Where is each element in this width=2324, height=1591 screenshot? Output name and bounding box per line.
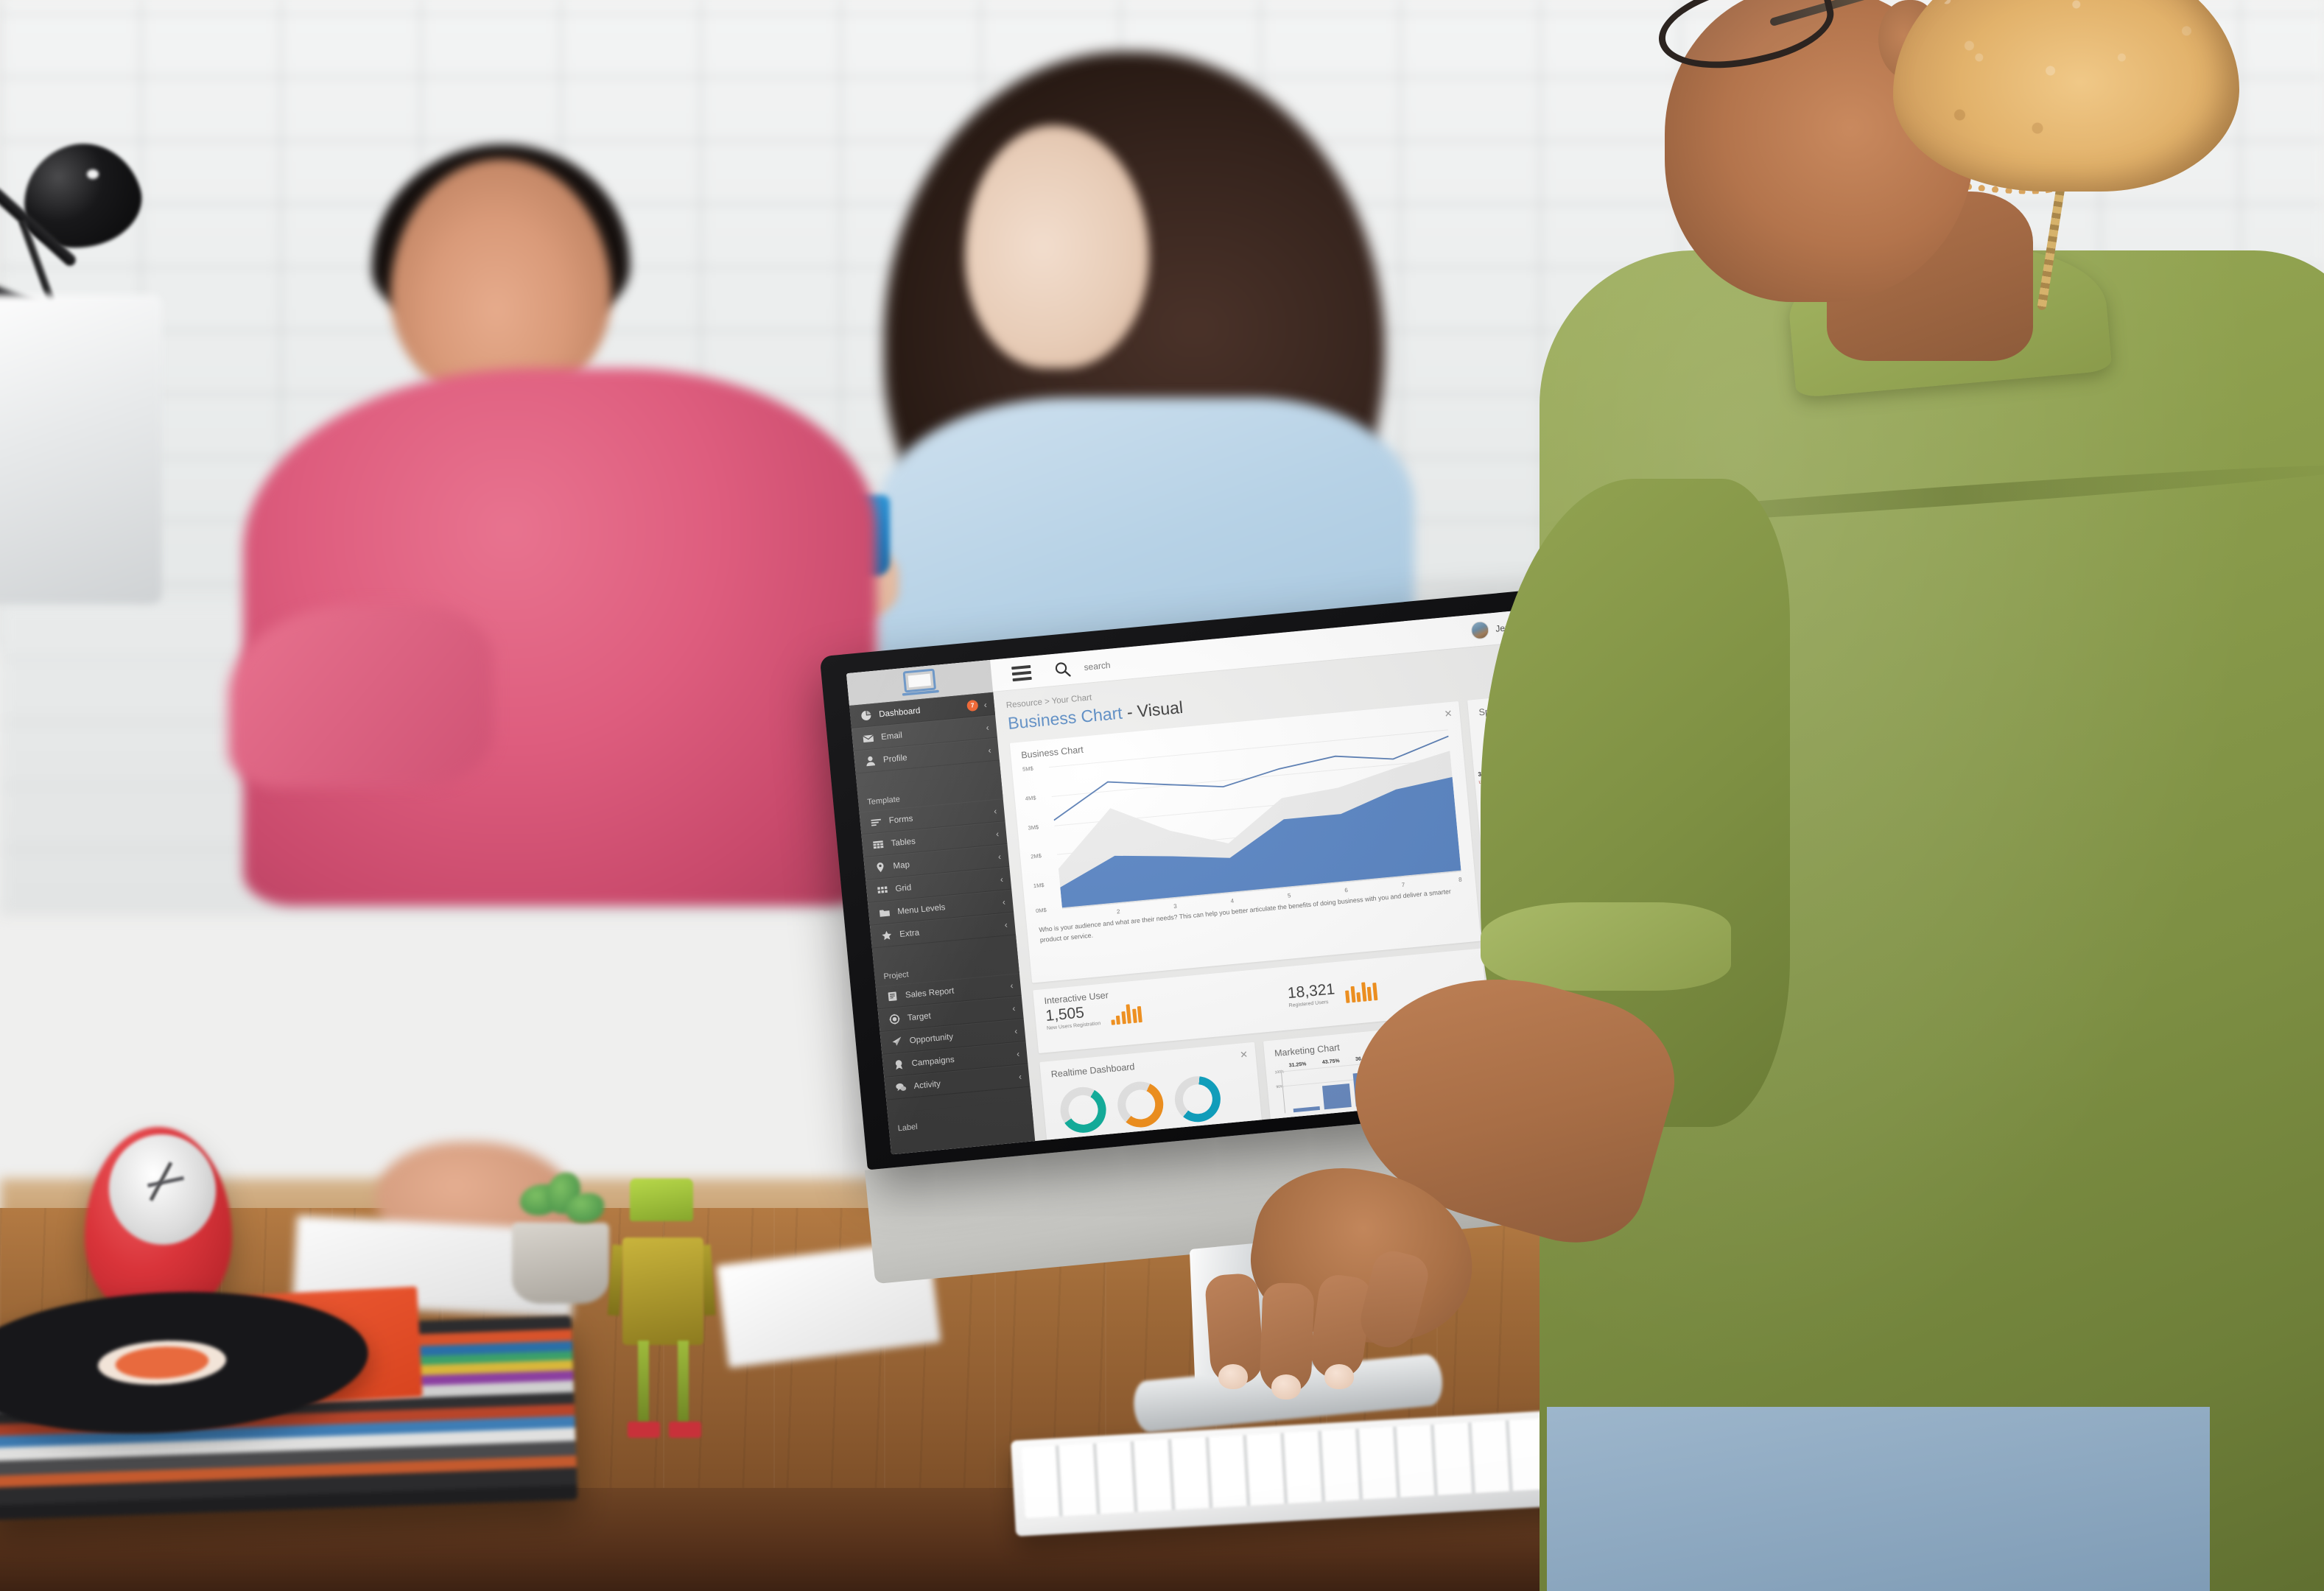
envelope-icon — [863, 734, 874, 742]
folder-icon — [879, 910, 891, 917]
person-hair-texture — [1908, 0, 2232, 177]
toy-robot-foot — [669, 1422, 701, 1438]
sidebar-item-label: Tables — [891, 836, 916, 849]
avatar[interactable] — [1470, 620, 1490, 640]
bar — [1293, 1106, 1321, 1113]
sidebar-item-label: Campaigns — [911, 1055, 955, 1068]
sidebar-item-label: Map — [893, 860, 910, 871]
close-icon[interactable]: ✕ — [1240, 1049, 1249, 1061]
sparkline-bars — [1109, 1003, 1142, 1025]
sparkline-bars — [1344, 981, 1378, 1003]
map-pin-icon — [877, 863, 884, 873]
document-icon — [888, 991, 897, 1002]
chevron-left-icon[interactable]: ‹ — [1000, 874, 1003, 884]
fingernail — [1271, 1374, 1301, 1399]
sidebar-item-label: Sales Report — [905, 986, 955, 1000]
plant-pot — [512, 1223, 609, 1304]
chevron-left-icon[interactable]: ‹ — [1016, 1048, 1019, 1058]
chevron-left-icon[interactable]: ‹ — [986, 722, 989, 732]
chevron-left-icon[interactable]: ‹ — [995, 828, 999, 838]
xtick: 8 — [1458, 876, 1463, 883]
sidebar-item-label: Profile — [882, 753, 908, 765]
page-title-rest: - Visual — [1121, 697, 1184, 723]
laptop-icon — [902, 668, 939, 696]
form-lines-icon — [871, 818, 881, 826]
fingernail — [1324, 1364, 1354, 1389]
card-business-chart: Business Chart ✕ 5M$ 4M$ 3M$ 2M$ 1M$ 0M$… — [1009, 700, 1481, 983]
seated-person-arm — [228, 604, 494, 788]
target-icon — [889, 1014, 900, 1025]
rocket-icon — [892, 1036, 902, 1046]
hamburger-bar — [1011, 664, 1031, 670]
card-realtime-dashboard: Realtime Dashboard ✕ — [1039, 1042, 1263, 1151]
sidebar-item-label: Activity — [913, 1079, 941, 1091]
lamp-highlight — [87, 169, 99, 179]
gauge-3 — [1173, 1074, 1223, 1125]
xtick: 7 — [1401, 881, 1405, 889]
foreground-person — [1204, 0, 2324, 1591]
gauge-1 — [1058, 1085, 1109, 1135]
close-icon[interactable]: ✕ — [1444, 708, 1453, 720]
xtick: 3 — [1173, 902, 1178, 910]
toy-robot-body — [622, 1237, 703, 1345]
chevron-left-icon[interactable]: ‹ — [994, 806, 997, 816]
secondary-monitor — [0, 295, 162, 604]
pie-chart-icon — [861, 710, 871, 720]
fingernail — [1218, 1364, 1248, 1389]
person-cuff — [1481, 902, 1731, 991]
chevron-left-icon[interactable]: ‹ — [1018, 1071, 1022, 1081]
sidebar-item-label: Grid — [894, 882, 912, 893]
xtick: 5 — [1287, 892, 1291, 899]
table-icon — [873, 840, 884, 849]
grid-icon — [877, 886, 888, 893]
toy-robot-foot — [628, 1422, 660, 1438]
bar-datalabel: 31.25% — [1288, 1061, 1307, 1069]
chevron-left-icon[interactable]: ‹ — [983, 699, 987, 709]
toy-robot-leg — [678, 1341, 689, 1427]
toy-robot-head — [630, 1179, 693, 1221]
star-icon — [882, 930, 892, 941]
chevron-left-icon[interactable]: ‹ — [1004, 919, 1008, 930]
bar-datalabel: 43.75% — [1321, 1058, 1340, 1066]
search-icon[interactable] — [1054, 660, 1072, 678]
xtick: 4 — [1230, 897, 1235, 905]
sidebar-item-label: Dashboard — [878, 706, 921, 719]
chat-bubbles-icon — [896, 1083, 907, 1092]
ribbon-icon — [895, 1060, 903, 1070]
chevron-left-icon[interactable]: ‹ — [988, 745, 991, 755]
xtick: 6 — [1344, 887, 1349, 894]
hamburger-icon[interactable] — [1011, 661, 1032, 684]
sidebar-item-label: Email — [880, 731, 903, 742]
sidebar-badge: 7 — [966, 699, 979, 712]
photo-scene: Jennifer 1 — [0, 0, 2324, 1591]
hamburger-bar — [1011, 670, 1032, 675]
chevron-left-icon[interactable]: ‹ — [1014, 1025, 1018, 1036]
sidebar-item-label: Opportunity — [909, 1032, 954, 1045]
chevron-left-icon[interactable]: ‹ — [997, 851, 1001, 861]
sidebar-item-label: Extra — [899, 928, 920, 939]
chevron-left-icon[interactable]: ‹ — [1012, 1002, 1016, 1013]
gauge-2 — [1115, 1079, 1166, 1130]
chevron-left-icon[interactable]: ‹ — [1010, 980, 1014, 990]
search-input[interactable] — [1083, 649, 1217, 672]
sidebar-item-label: Target — [907, 1011, 932, 1023]
user-icon — [866, 756, 876, 767]
person-jeans — [1547, 1407, 2210, 1591]
metric-value: 1,505 — [1045, 1004, 1085, 1025]
sidebar-item-label: Menu Levels — [896, 902, 946, 916]
sidebar-item-label: Forms — [888, 814, 913, 826]
xtick — [1063, 913, 1064, 920]
bar — [1322, 1083, 1352, 1110]
chevron-left-icon[interactable]: ‹ — [1002, 896, 1005, 907]
xtick: 2 — [1116, 908, 1120, 916]
metric-value: 18,321 — [1286, 980, 1336, 1002]
toy-robot-leg — [638, 1341, 649, 1427]
metric-registered-users: 18,321 Registered Users — [1286, 977, 1378, 1008]
hamburger-bar — [1012, 676, 1032, 681]
